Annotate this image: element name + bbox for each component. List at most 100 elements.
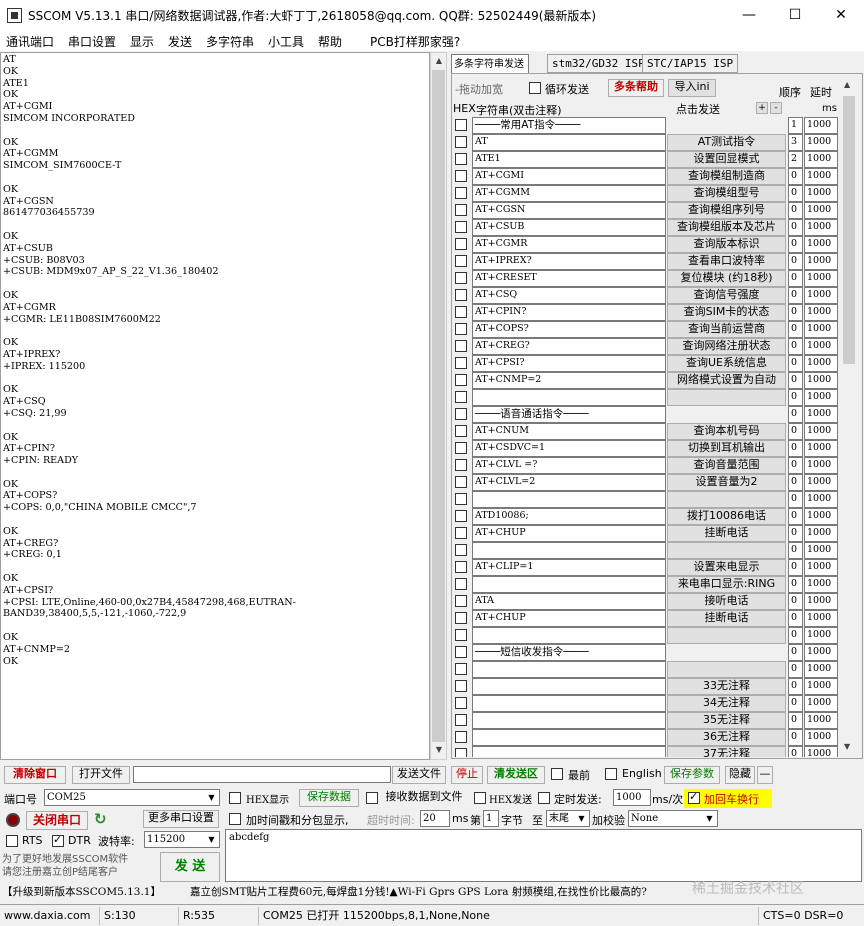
- row-hex-checkbox[interactable]: [455, 136, 467, 148]
- row-delay-input[interactable]: 1000: [804, 661, 838, 678]
- row-send-button[interactable]: 来电串口显示:RING: [667, 576, 786, 593]
- row-order-input[interactable]: 0: [788, 372, 803, 389]
- save-params-button[interactable]: 保存参数: [664, 766, 720, 784]
- row-string-input[interactable]: [472, 491, 666, 508]
- row-send-button[interactable]: 查询模组版本及芯片: [667, 219, 786, 236]
- row-string-input[interactable]: ATA: [472, 593, 666, 610]
- row-order-input[interactable]: 0: [788, 491, 803, 508]
- row-order-input[interactable]: 3: [788, 134, 803, 151]
- row-order-input[interactable]: 0: [788, 661, 803, 678]
- row-delay-input[interactable]: 1000: [804, 134, 838, 151]
- row-string-input[interactable]: [472, 576, 666, 593]
- row-order-input[interactable]: 0: [788, 202, 803, 219]
- row-order-input[interactable]: 1: [788, 117, 803, 134]
- row-string-input[interactable]: AT+CGMI: [472, 168, 666, 185]
- hex-show-checkbox[interactable]: [229, 792, 241, 804]
- row-order-input[interactable]: 0: [788, 525, 803, 542]
- more-port-settings-button[interactable]: 更多串口设置: [143, 810, 219, 828]
- row-hex-checkbox[interactable]: [455, 119, 467, 131]
- row-string-input[interactable]: AT+CSDVC=1: [472, 440, 666, 457]
- row-send-button[interactable]: AT测试指令: [667, 134, 786, 151]
- row-hex-checkbox[interactable]: [455, 425, 467, 437]
- row-hex-checkbox[interactable]: [455, 714, 467, 726]
- row-string-input[interactable]: AT+COPS?: [472, 321, 666, 338]
- timeout-input[interactable]: [420, 810, 450, 827]
- row-delay-input[interactable]: 1000: [804, 474, 838, 491]
- row-delay-input[interactable]: 1000: [804, 695, 838, 712]
- row-delay-input[interactable]: 1000: [804, 644, 838, 661]
- close-port-button[interactable]: 关闭串口: [26, 811, 88, 830]
- row-send-button[interactable]: 查询SIM卡的状态: [667, 304, 786, 321]
- row-string-input[interactable]: AT+CNUM: [472, 423, 666, 440]
- row-send-button[interactable]: 35无注释: [667, 712, 786, 729]
- row-order-input[interactable]: 0: [788, 542, 803, 559]
- row-delay-input[interactable]: 1000: [804, 440, 838, 457]
- row-hex-checkbox[interactable]: [455, 255, 467, 267]
- row-hex-checkbox[interactable]: [455, 731, 467, 743]
- stop-button[interactable]: 停止: [451, 766, 483, 784]
- row-string-input[interactable]: [472, 661, 666, 678]
- row-order-input[interactable]: 0: [788, 474, 803, 491]
- row-send-button[interactable]: 37无注释: [667, 746, 786, 757]
- upgrade-link[interactable]: 【升级到新版本SSCOM5.13.1】: [2, 886, 161, 898]
- row-send-button[interactable]: 查看串口波特率: [667, 253, 786, 270]
- hex-send-checkbox[interactable]: [474, 792, 486, 804]
- row-string-input[interactable]: AT: [472, 134, 666, 151]
- row-send-button[interactable]: 33无注释: [667, 678, 786, 695]
- row-order-input[interactable]: 0: [788, 729, 803, 746]
- row-order-input[interactable]: 0: [788, 508, 803, 525]
- row-hex-checkbox[interactable]: [455, 306, 467, 318]
- row-string-input[interactable]: AT+CHUP: [472, 610, 666, 627]
- row-hex-checkbox[interactable]: [455, 340, 467, 352]
- row-delay-input[interactable]: 1000: [804, 678, 838, 695]
- row-delay-input[interactable]: 1000: [804, 185, 838, 202]
- file-path-input[interactable]: [133, 766, 391, 783]
- port-select[interactable]: COM25 ▼: [44, 789, 220, 806]
- row-delay-input[interactable]: 1000: [804, 491, 838, 508]
- row-hex-checkbox[interactable]: [455, 187, 467, 199]
- row-string-input[interactable]: AT+CHUP: [472, 525, 666, 542]
- row-send-button[interactable]: [667, 542, 786, 559]
- row-send-button[interactable]: 查询信号强度: [667, 287, 786, 304]
- row-order-input[interactable]: 0: [788, 678, 803, 695]
- row-send-button[interactable]: [667, 627, 786, 644]
- rts-checkbox[interactable]: [6, 835, 18, 847]
- row-send-button[interactable]: [667, 661, 786, 678]
- row-string-input[interactable]: AT+CPSI?: [472, 355, 666, 372]
- clear-send-button[interactable]: 清发送区: [487, 766, 545, 784]
- row-hex-checkbox[interactable]: [455, 697, 467, 709]
- row-hex-checkbox[interactable]: [455, 527, 467, 539]
- refresh-icon[interactable]: ↻: [94, 810, 107, 828]
- row-order-input[interactable]: 0: [788, 559, 803, 576]
- row-order-input[interactable]: 0: [788, 185, 803, 202]
- row-hex-checkbox[interactable]: [455, 476, 467, 488]
- row-hex-checkbox[interactable]: [455, 391, 467, 403]
- row-order-input[interactable]: 0: [788, 355, 803, 372]
- dtr-checkbox[interactable]: [52, 833, 64, 847]
- row-delay-input[interactable]: 1000: [804, 338, 838, 355]
- row-order-input[interactable]: 0: [788, 304, 803, 321]
- row-delay-input[interactable]: 1000: [804, 389, 838, 406]
- row-order-input[interactable]: 0: [788, 406, 803, 423]
- row-delay-input[interactable]: 1000: [804, 355, 838, 372]
- row-order-input[interactable]: 0: [788, 576, 803, 593]
- row-hex-checkbox[interactable]: [455, 374, 467, 386]
- row-order-input[interactable]: 0: [788, 270, 803, 287]
- row-order-input[interactable]: 0: [788, 627, 803, 644]
- byte-index-input[interactable]: [483, 810, 499, 827]
- row-hex-checkbox[interactable]: [455, 612, 467, 624]
- row-hex-checkbox[interactable]: [455, 680, 467, 692]
- hide-button[interactable]: 隐藏: [725, 766, 755, 784]
- row-hex-checkbox[interactable]: [455, 170, 467, 182]
- row-string-input[interactable]: AT+CREG?: [472, 338, 666, 355]
- row-order-input[interactable]: 0: [788, 321, 803, 338]
- row-send-button[interactable]: [667, 491, 786, 508]
- row-delay-input[interactable]: 1000: [804, 219, 838, 236]
- row-order-input[interactable]: 0: [788, 457, 803, 474]
- row-order-input[interactable]: 0: [788, 168, 803, 185]
- row-delay-input[interactable]: 1000: [804, 287, 838, 304]
- list-scroll-thumb[interactable]: [843, 96, 855, 364]
- row-send-button[interactable]: 设置回显模式: [667, 151, 786, 168]
- row-string-input[interactable]: AT+CGMR: [472, 236, 666, 253]
- row-delay-input[interactable]: 1000: [804, 304, 838, 321]
